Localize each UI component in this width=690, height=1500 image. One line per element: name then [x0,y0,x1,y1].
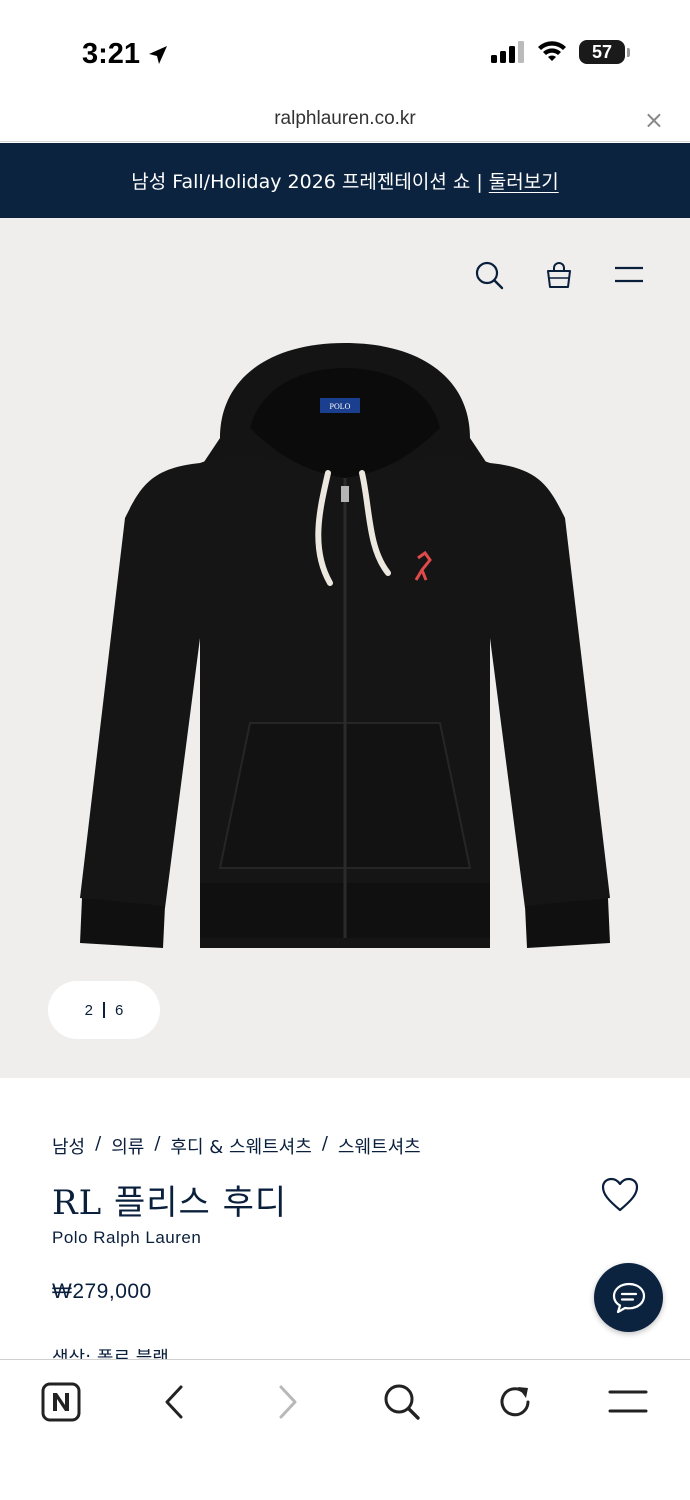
cellular-signal-icon [491,41,524,63]
chat-button[interactable] [594,1263,663,1332]
browser-toolbar [0,1359,690,1500]
shopping-bag-icon[interactable] [542,258,576,292]
wifi-icon [538,41,566,61]
product-brand[interactable]: Polo Ralph Lauren [52,1228,201,1248]
breadcrumb-separator: / [95,1133,102,1154]
breadcrumb-separator: / [321,1133,328,1154]
menu-icon[interactable] [606,1380,650,1424]
promo-text: 남성 Fall/Holiday 2026 프레젠테이션 쇼 | [131,171,483,193]
status-bar: 3:21 57 [0,0,690,100]
product-title: RL 플리스 후디 [52,1183,288,1223]
back-icon[interactable] [152,1380,196,1424]
url-bar[interactable]: ralphlauren.co.kr × [0,100,690,142]
gallery-total: 6 [115,1001,124,1019]
close-icon[interactable]: × [644,106,664,134]
heart-icon[interactable] [600,1176,640,1214]
naver-home-icon[interactable] [39,1380,83,1424]
battery-icon: 57 [579,40,625,64]
gallery-pager[interactable]: 2 6 [48,981,160,1039]
menu-icon[interactable] [612,258,646,292]
search-icon[interactable] [472,258,506,292]
breadcrumb-item[interactable]: 스웨트셔츠 [338,1133,421,1159]
promo-banner: 남성 Fall/Holiday 2026 프레젠테이션 쇼 | 둘러보기 [0,143,690,218]
gallery-current: 2 [84,1001,93,1019]
url-text[interactable]: ralphlauren.co.kr [0,108,690,130]
breadcrumb-item[interactable]: 남성 [52,1133,85,1159]
product-color: 색상: 폴로 블랙 [52,1348,169,1359]
product-hero: POLO 2 6 [0,218,690,1078]
header-actions [472,258,646,292]
location-arrow-icon [149,45,168,64]
chat-icon [612,1282,645,1313]
status-time-text: 3:21 [82,38,141,70]
battery-percentage: 57 [591,41,613,62]
breadcrumb-item[interactable]: 후디 & 스웨트셔츠 [170,1133,311,1159]
forward-icon[interactable] [266,1380,310,1424]
svg-text:POLO: POLO [330,402,351,411]
product-price: ₩279,000 [52,1280,152,1303]
promo-link[interactable]: 둘러보기 [489,167,559,194]
breadcrumb: 남성 / 의류 / 후디 & 스웨트셔츠 / 스웨트셔츠 [52,1133,421,1159]
search-icon[interactable] [380,1380,424,1424]
product-image[interactable]: POLO [70,338,620,958]
status-time: 3:21 [82,38,170,71]
breadcrumb-separator: / [154,1133,161,1154]
status-indicators: 57 [491,40,630,64]
breadcrumb-item[interactable]: 의류 [111,1133,144,1159]
battery-tip [627,47,630,57]
pager-divider [103,1002,105,1018]
reload-icon[interactable] [493,1380,537,1424]
